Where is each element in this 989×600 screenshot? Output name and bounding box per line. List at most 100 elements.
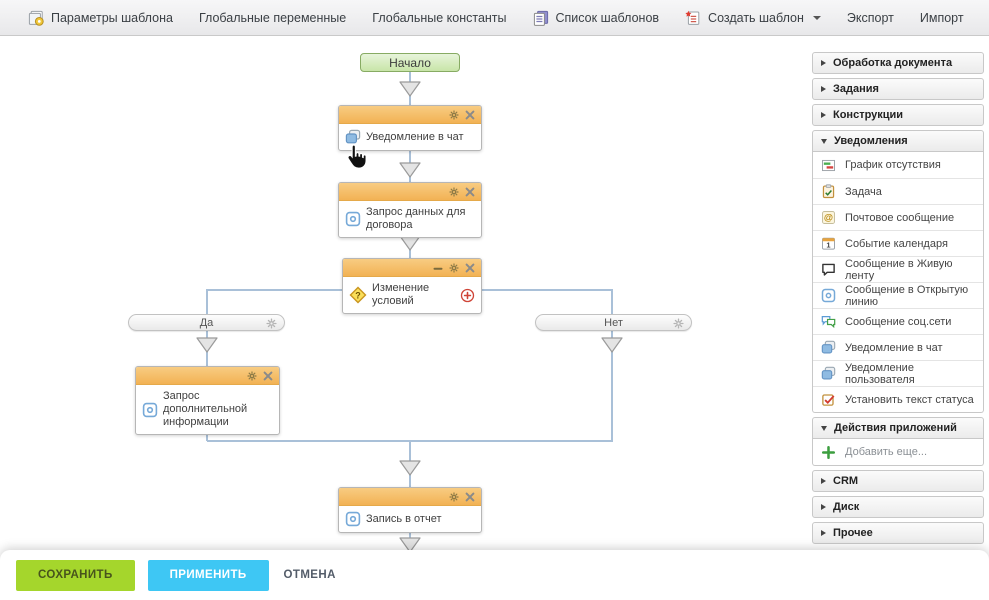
absence-chart-icon [821,158,836,173]
toolbar-item-template-params[interactable]: Параметры шаблона [28,10,173,26]
branch-label: Нет [604,317,623,329]
openline-icon [345,211,361,227]
section-header[interactable]: Задания [812,78,984,100]
sidebar-section-document-processing: Обработка документа [812,52,984,74]
block-settings-icon[interactable] [449,492,459,502]
section-header[interactable]: Прочее [812,522,984,544]
branch-settings-icon[interactable] [673,318,684,329]
item-label: Почтовое сообщение [845,212,954,224]
branch-label: Да [200,317,214,329]
section-items: График отсутствия Задача Почтовое сообще… [812,152,984,413]
section-header[interactable]: CRM [812,470,984,492]
block-delete-icon[interactable] [263,371,273,381]
block-settings-icon[interactable] [449,110,459,120]
arrow-down-icon [196,337,218,353]
connector-line [207,440,613,442]
block-delete-icon[interactable] [465,263,475,273]
arrow-down-icon [399,81,421,97]
block-title: Запрос данных для договора [366,206,475,232]
connector-line [611,289,613,441]
chat-notification-icon [345,129,361,145]
branch-settings-icon[interactable] [266,318,277,329]
toolbar-item-import[interactable]: Импорт [920,11,964,25]
section-header[interactable]: Действия приложений [812,417,984,439]
chevron-right-icon [821,112,826,118]
activity-block-request-more[interactable]: Запрос дополнительной информации [135,366,280,435]
condition-diamond-icon [349,286,367,304]
block-settings-icon[interactable] [247,371,257,381]
block-header [136,367,279,385]
sidebar-item-user-notification[interactable]: Уведомление пользователя [813,360,983,386]
section-header[interactable]: Обработка документа [812,52,984,74]
cancel-button[interactable]: ОТМЕНА [284,569,336,581]
activity-block-report-record[interactable]: Запись в отчет [338,487,482,533]
section-label: Обработка документа [833,57,952,69]
sidebar-item-mail-message[interactable]: Почтовое сообщение [813,204,983,230]
item-label: Сообщение в Открытую линию [845,284,975,308]
block-settings-icon[interactable] [449,187,459,197]
feed-message-icon [821,262,836,277]
toolbar-item-create-template[interactable]: Создать шаблон [685,10,821,26]
sidebar-item-absence-chart[interactable]: График отсутствия [813,152,983,178]
social-message-icon [821,314,836,329]
add-branch-icon[interactable] [460,288,475,303]
branch-no[interactable]: Нет [535,314,692,331]
chat-notification-icon [821,340,836,355]
activity-block-request-data[interactable]: Запрос данных для договора [338,182,482,238]
section-label: Прочее [833,527,873,539]
sidebar-section-app-actions: Действия приложений Добавить еще... [812,417,984,466]
sidebar-item-add-more[interactable]: Добавить еще... [813,439,983,465]
save-button[interactable]: СОХРАНИТЬ [16,560,135,591]
template-list-icon [533,10,549,26]
chevron-right-icon [821,478,826,484]
start-block[interactable]: Начало [360,53,460,72]
section-header[interactable]: Конструкции [812,104,984,126]
section-header[interactable]: Уведомления [812,130,984,152]
block-title: Уведомление в чат [366,131,464,144]
toolbar-item-global-constants[interactable]: Глобальные константы [372,11,506,25]
toolbar-item-template-list[interactable]: Список шаблонов [533,10,660,26]
toolbar-label: Список шаблонов [556,11,660,25]
openline-icon [345,511,361,527]
chevron-down-icon [821,139,827,144]
item-label: Сообщение соц.сети [845,316,951,328]
apply-button[interactable]: ПРИМЕНИТЬ [148,560,269,591]
sidebar-item-chat-notification[interactable]: Уведомление в чат [813,334,983,360]
block-delete-icon[interactable] [465,492,475,502]
sidebar-item-status-text[interactable]: Установить текст статуса [813,386,983,412]
top-toolbar: Параметры шаблона Глобальные переменные … [0,0,989,36]
block-body: Запись в отчет [339,506,481,532]
activity-block-chat-notification[interactable]: Уведомление в чат [338,105,482,151]
block-header [339,488,481,506]
section-header[interactable]: Диск [812,496,984,518]
block-header [339,183,481,201]
create-template-icon [685,10,701,26]
arrow-down-icon [601,337,623,353]
chevron-right-icon [821,530,826,536]
sidebar-item-openline-message[interactable]: Сообщение в Открытую линию [813,282,983,308]
block-minimize-icon[interactable] [433,263,443,273]
section-label: Конструкции [833,109,903,121]
block-delete-icon[interactable] [465,187,475,197]
block-header [343,259,481,277]
mail-icon [821,210,836,225]
toolbar-item-export[interactable]: Экспорт [847,11,894,25]
chevron-right-icon [821,86,826,92]
sidebar-item-feed-message[interactable]: Сообщение в Живую ленту [813,256,983,282]
condition-block[interactable]: Изменение условий [342,258,482,314]
workflow-designer: Параметры шаблона Глобальные переменные … [0,0,989,600]
sidebar-item-calendar-event[interactable]: Событие календаря [813,230,983,256]
arrow-down-icon [399,162,421,178]
toolbar-label: Создать шаблон [708,11,804,25]
sidebar-item-social-message[interactable]: Сообщение соц.сети [813,308,983,334]
sidebar-item-task[interactable]: Задача [813,178,983,204]
openline-message-icon [821,288,836,303]
block-settings-icon[interactable] [449,263,459,273]
section-items: Добавить еще... [812,439,984,466]
block-delete-icon[interactable] [465,110,475,120]
chevron-down-icon [821,426,827,431]
toolbar-label: Импорт [920,11,964,25]
toolbar-item-global-variables[interactable]: Глобальные переменные [199,11,346,25]
item-label: Установить текст статуса [845,394,974,406]
branch-yes[interactable]: Да [128,314,285,331]
